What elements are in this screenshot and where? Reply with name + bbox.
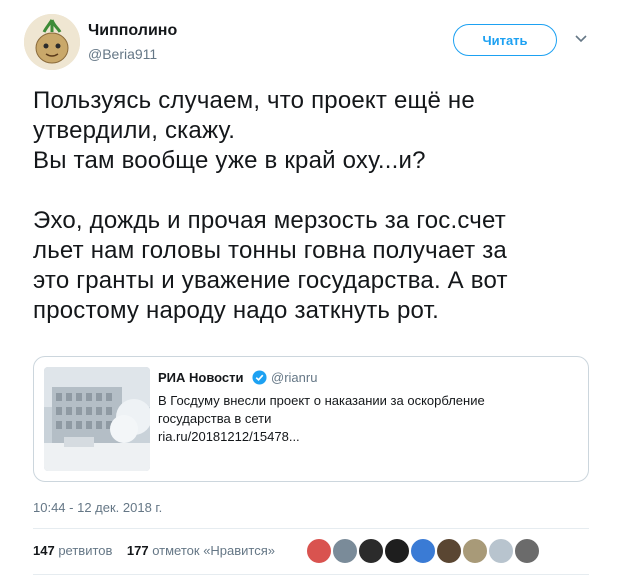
follow-button[interactable]: Читать: [453, 24, 557, 56]
retweets-stat[interactable]: 147 ретвитов: [33, 543, 112, 558]
likes-label: отметок «Нравится»: [152, 543, 276, 558]
quoted-tweet-card[interactable]: РИА Новости @rianru В Госдуму внесли про…: [33, 356, 589, 482]
quoted-author-name: РИА Новости: [158, 370, 244, 385]
author-name[interactable]: Чипполино: [88, 22, 177, 40]
chevron-down-icon[interactable]: [574, 34, 588, 44]
tweet-stats: 147 ретвитов 177 отметок «Нравится»: [33, 543, 275, 558]
liker-avatar[interactable]: [488, 538, 514, 564]
quoted-author-handle: @rianru: [271, 370, 318, 385]
liker-avatar[interactable]: [410, 538, 436, 564]
likes-stat[interactable]: 177 отметок «Нравится»: [127, 543, 275, 558]
quoted-tweet-image: [44, 367, 150, 471]
liker-avatar[interactable]: [384, 538, 410, 564]
retweets-count: 147: [33, 543, 55, 558]
divider-top: [33, 528, 589, 529]
retweets-label: ретвитов: [58, 543, 113, 558]
tweet-text: Пользуясь случаем, что проект ещё не утв…: [33, 87, 508, 324]
liker-avatar[interactable]: [358, 538, 384, 564]
quoted-tweet-text: В Госдуму внесли проект о наказании за о…: [158, 393, 485, 444]
liker-avatar[interactable]: [514, 538, 540, 564]
author-handle[interactable]: @Beria911: [88, 46, 157, 62]
liker-avatar[interactable]: [436, 538, 462, 564]
divider-bottom: [33, 574, 589, 575]
likes-count: 177: [126, 543, 149, 558]
tweet-timestamp[interactable]: 10:44 - 12 дек. 2018 г.: [33, 500, 162, 515]
author-avatar[interactable]: [24, 14, 80, 70]
verified-badge-icon: [252, 370, 267, 385]
liker-avatar[interactable]: [462, 538, 488, 564]
liker-avatar[interactable]: [332, 538, 358, 564]
liker-avatar[interactable]: [306, 538, 332, 564]
